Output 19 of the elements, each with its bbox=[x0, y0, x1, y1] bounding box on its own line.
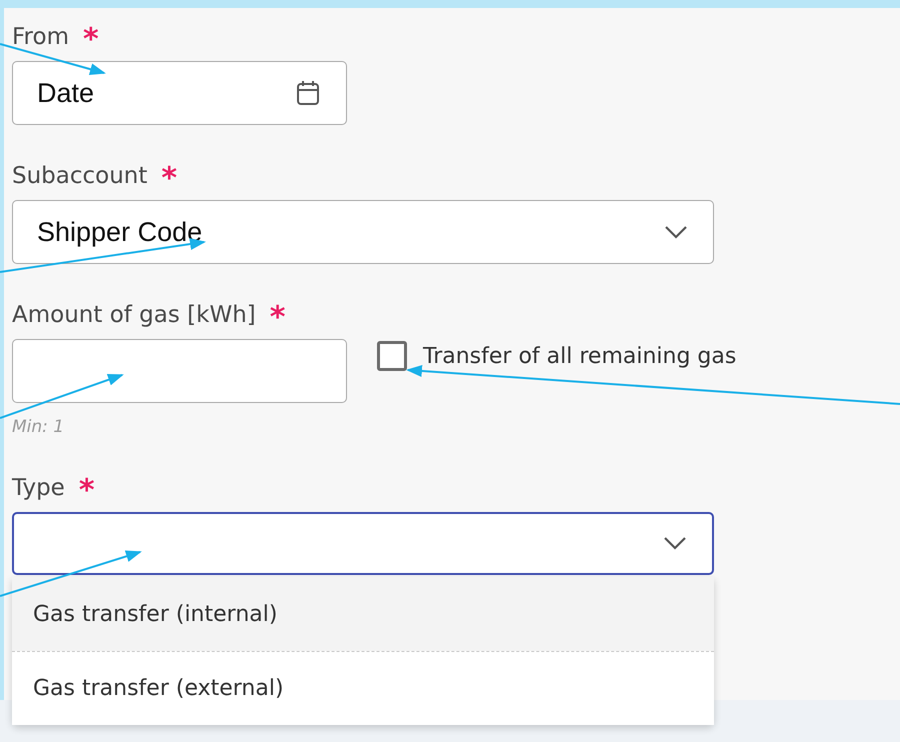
field-label: Amount of gas [kWh] bbox=[12, 302, 256, 328]
chevron-down-icon[interactable] bbox=[665, 226, 687, 238]
required-mark: * bbox=[270, 299, 286, 333]
dropdown-option[interactable]: Gas transfer (internal) bbox=[12, 577, 714, 651]
chevron-down-icon[interactable] bbox=[664, 537, 686, 550]
required-mark: * bbox=[82, 21, 99, 55]
date-field[interactable]: Date bbox=[12, 61, 347, 125]
required-mark: * bbox=[78, 472, 95, 506]
required-mark: * bbox=[161, 160, 178, 194]
field-label: Subaccount bbox=[12, 163, 148, 189]
select-field[interactable]: Shipper Code bbox=[12, 200, 714, 264]
calendar-icon[interactable] bbox=[296, 80, 320, 106]
field-label: From bbox=[12, 24, 69, 50]
checkbox[interactable] bbox=[377, 341, 407, 371]
field-label: Type bbox=[12, 475, 65, 501]
field-hint: Min: 1 bbox=[12, 417, 66, 437]
dropdown-option[interactable]: Gas transfer (external) bbox=[12, 651, 714, 725]
amount-input[interactable] bbox=[12, 339, 347, 403]
checkbox-label[interactable]: Transfer of all remaining gas bbox=[423, 344, 736, 368]
